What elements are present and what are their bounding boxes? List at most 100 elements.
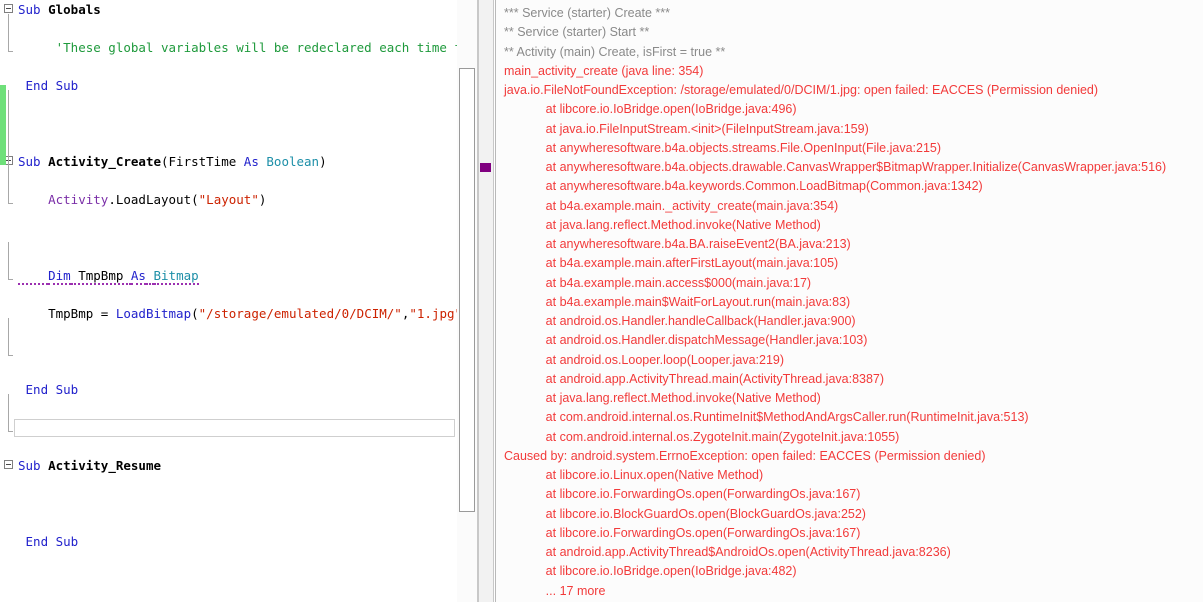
bookmark-marker[interactable]: [480, 163, 491, 172]
code-line-text: TmpBmp = LoadBitmap("/storage/emulated/0…: [18, 304, 457, 323]
log-line: at java.io.FileInputStream.<init>(FileIn…: [504, 121, 869, 136]
log-line: at android.app.ActivityThread.main(Activ…: [504, 371, 885, 386]
log-line: ** Activity (main) Create, isFirst = tru…: [504, 44, 726, 59]
log-line: at anywheresoftware.b4a.objects.drawable…: [504, 160, 1167, 174]
code-line[interactable]: End Sub: [0, 532, 457, 551]
log-line: at com.android.internal.os.ZygoteInit.ma…: [504, 429, 900, 444]
code-token: As: [243, 154, 259, 169]
code-line[interactable]: Activity.LoadLayout("Layout"): [0, 190, 457, 209]
code-line-text: Sub Activity_Create(FirstTime As Boolean…: [18, 152, 457, 171]
code-token: ): [258, 192, 267, 207]
code-text-area[interactable]: Sub Globals 'These global variables will…: [0, 0, 457, 602]
unsaved-change-marker: [0, 85, 6, 165]
code-token: (: [161, 154, 169, 169]
editor-vertical-scrollbar-thumb[interactable]: [459, 68, 475, 512]
code-line-text: End Sub: [18, 380, 457, 399]
log-line: at libcore.io.ForwardingOs.open(Forwardi…: [504, 525, 861, 540]
log-line: at libcore.io.BlockGuardOs.open(BlockGua…: [504, 506, 866, 521]
code-line-text: Sub Globals: [18, 0, 457, 19]
code-line[interactable]: Sub Activity_Resume: [0, 456, 457, 475]
log-line: at b4a.example.main$WaitForLayout.run(ma…: [504, 294, 851, 309]
code-line[interactable]: [0, 494, 457, 513]
log-line: at b4a.example.main.afterFirstLayout(mai…: [504, 256, 839, 271]
code-line[interactable]: 'These global variables will be redeclar…: [0, 38, 457, 57]
code-token: Activity_Create: [48, 154, 161, 169]
code-line[interactable]: Dim TmpBmp As Bitmap: [0, 266, 457, 285]
code-token: Activity_Resume: [48, 458, 161, 473]
code-token: Sub: [18, 154, 41, 169]
code-line[interactable]: [0, 228, 457, 247]
code-token: [145, 268, 154, 285]
code-line[interactable]: [0, 114, 457, 133]
code-token: ): [319, 154, 327, 169]
code-token: Sub: [18, 2, 41, 17]
code-token: (: [191, 306, 199, 321]
code-token: LoadBitmap: [115, 306, 192, 321]
code-line[interactable]: TmpBmp = LoadBitmap("/storage/emulated/0…: [0, 304, 457, 323]
log-line: at anywheresoftware.b4a.objects.streams.…: [504, 140, 942, 155]
code-token: "1.jpg": [409, 306, 457, 321]
code-token: TmpBmp: [70, 268, 131, 285]
fold-guide-line: [8, 90, 13, 204]
log-line: java.io.FileNotFoundException: /storage/…: [504, 83, 1099, 97]
code-editor-pane[interactable]: Sub Globals 'These global variables will…: [0, 0, 457, 602]
log-line: at b4a.example.main.access$000(main.java…: [504, 275, 812, 290]
log-line: at android.os.Looper.loop(Looper.java:21…: [504, 352, 785, 367]
log-line: at anywheresoftware.b4a.keywords.Common.…: [504, 179, 983, 194]
code-line[interactable]: End Sub: [0, 380, 457, 399]
log-line: at libcore.io.Linux.open(Native Method): [504, 468, 764, 482]
fold-guide-line: [8, 318, 13, 356]
code-token: TmpBmp =: [18, 306, 116, 321]
logs-panel[interactable]: *** Service (starter) Create *** ** Servi…: [495, 0, 1203, 602]
code-token: Boolean: [266, 154, 320, 169]
log-line: at java.lang.reflect.Method.invoke(Nativ…: [504, 217, 821, 232]
code-token: As: [130, 268, 146, 285]
code-token: "Layout": [198, 192, 259, 207]
code-line-text: End Sub: [18, 532, 457, 551]
editor-vertical-scrollbar-track[interactable]: [457, 0, 478, 602]
fold-collapse-icon[interactable]: [4, 460, 13, 469]
log-line: ** Service (starter) Start **: [504, 25, 650, 40]
code-token: Sub: [18, 458, 41, 473]
current-line-highlight: [14, 419, 455, 437]
log-line: at libcore.io.IoBridge.open(IoBridge.jav…: [504, 102, 797, 117]
ide-window: Sub Globals 'These global variables will…: [0, 0, 1203, 602]
code-token: Activity: [48, 192, 109, 207]
fold-guide-line: [8, 394, 13, 432]
logs-text: *** Service (starter) Create *** ** Servi…: [496, 0, 1203, 601]
bookmark-marker-strip[interactable]: [478, 0, 494, 602]
log-line: *** Service (starter) Create ***: [504, 6, 671, 20]
fold-guide-line: [8, 14, 13, 52]
code-line[interactable]: Sub Globals: [0, 0, 457, 19]
log-line: at b4a.example.main._activity_create(mai…: [504, 198, 839, 213]
log-line: at android.os.Handler.handleCallback(Han…: [504, 314, 856, 328]
code-line-text: Dim TmpBmp As Bitmap: [18, 266, 457, 285]
code-line-text: Activity.LoadLayout("Layout"): [18, 190, 457, 209]
log-line: at com.android.internal.os.RuntimeInit$M…: [504, 410, 1029, 425]
code-line-text: Sub Activity_Resume: [18, 456, 457, 475]
code-line[interactable]: Sub Activity_Create(FirstTime As Boolean…: [0, 152, 457, 171]
code-token: [18, 268, 49, 285]
fold-guide-line: [8, 242, 13, 280]
fold-collapse-icon[interactable]: [4, 4, 13, 13]
code-token: Globals: [48, 2, 101, 17]
code-token: End Sub: [18, 382, 79, 397]
code-token: "/storage/emulated/0/DCIM/": [198, 306, 402, 321]
code-token: Dim: [48, 268, 71, 285]
code-line[interactable]: End Sub: [0, 76, 457, 95]
log-line: at android.app.ActivityThread$AndroidOs.…: [504, 545, 951, 559]
log-line: at anywheresoftware.b4a.BA.raiseEvent2(B…: [504, 237, 851, 251]
code-token: FirstTime: [168, 154, 237, 169]
editor-splitter: [457, 0, 495, 602]
code-token: 'These global variables will be redeclar…: [18, 40, 457, 55]
log-line: Caused by: android.system.ErrnoException…: [504, 448, 986, 463]
log-line: at libcore.io.IoBridge.open(IoBridge.jav…: [504, 564, 797, 579]
code-line[interactable]: [0, 342, 457, 361]
log-line: at java.lang.reflect.Method.invoke(Nativ…: [504, 391, 821, 405]
code-line[interactable]: [0, 570, 457, 589]
